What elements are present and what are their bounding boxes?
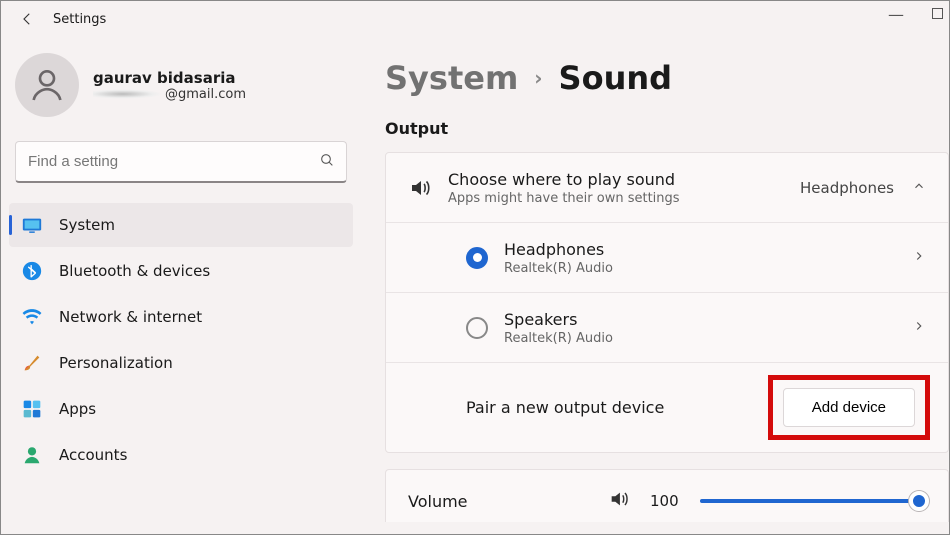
volume-value: 100 — [650, 492, 680, 510]
chevron-right-icon: › — [534, 66, 542, 90]
sidebar-item-label: Personalization — [59, 354, 173, 372]
add-device-highlight: Add device — [768, 375, 930, 440]
device-driver: Realtek(R) Audio — [504, 261, 912, 276]
speaker-icon — [408, 176, 448, 200]
volume-icon[interactable] — [608, 488, 630, 514]
breadcrumb-parent[interactable]: System — [385, 59, 518, 97]
sidebar-item-bluetooth[interactable]: Bluetooth & devices — [9, 249, 353, 293]
redacted-prefix — [93, 88, 167, 100]
choose-output-title: Choose where to play sound — [448, 170, 800, 189]
apps-icon — [21, 398, 43, 420]
sidebar-item-label: Accounts — [59, 446, 127, 464]
device-name: Headphones — [504, 240, 912, 259]
device-driver: Realtek(R) Audio — [504, 331, 912, 346]
sidebar-item-label: Apps — [59, 400, 96, 418]
chevron-up-icon — [912, 179, 926, 197]
maximize-icon[interactable] — [932, 8, 943, 19]
profile-block[interactable]: gaurav bidasaria @gmail.com — [9, 37, 353, 141]
chevron-right-icon — [912, 319, 926, 337]
search-input[interactable] — [15, 141, 347, 183]
back-button[interactable] — [9, 1, 45, 37]
sidebar-item-apps[interactable]: Apps — [9, 387, 353, 431]
sidebar-item-label: Bluetooth & devices — [59, 262, 210, 280]
slider-thumb[interactable] — [909, 491, 929, 511]
avatar — [15, 53, 79, 117]
titlebar: Settings — — [1, 1, 949, 37]
profile-email: @gmail.com — [93, 87, 246, 102]
output-device-speakers[interactable]: Speakers Realtek(R) Audio — [386, 293, 948, 363]
content-area: System › Sound Output Choose where to pl… — [361, 37, 949, 534]
sidebar-item-system[interactable]: System — [9, 203, 353, 247]
sidebar-item-label: Network & internet — [59, 308, 202, 326]
sidebar-item-label: System — [59, 216, 115, 234]
minimize-icon[interactable]: — — [888, 5, 904, 24]
output-device-headphones[interactable]: Headphones Realtek(R) Audio — [386, 223, 948, 293]
sidebar-item-accounts[interactable]: Accounts — [9, 433, 353, 477]
volume-label: Volume — [408, 492, 588, 511]
window-title: Settings — [53, 12, 106, 27]
current-output-device: Headphones — [800, 179, 894, 197]
volume-row: Volume 100 — [385, 469, 949, 522]
sidebar-item-network[interactable]: Network & internet — [9, 295, 353, 339]
output-card: Choose where to play sound Apps might ha… — [385, 152, 949, 453]
nav-list: System Bluetooth & devices Network & int… — [9, 203, 353, 477]
radio-unselected-icon[interactable] — [466, 317, 488, 339]
arrow-left-icon — [18, 10, 36, 28]
profile-email-suffix: @gmail.com — [165, 87, 246, 102]
choose-output-row[interactable]: Choose where to play sound Apps might ha… — [386, 153, 948, 223]
device-name: Speakers — [504, 310, 912, 329]
section-output-label: Output — [385, 119, 949, 138]
breadcrumb: System › Sound — [385, 59, 949, 97]
sidebar-item-personalization[interactable]: Personalization — [9, 341, 353, 385]
display-icon — [21, 214, 43, 236]
bluetooth-icon — [21, 260, 43, 282]
choose-output-sub: Apps might have their own settings — [448, 191, 800, 206]
search-row — [15, 141, 347, 183]
pair-output-row: Pair a new output device Add device — [386, 363, 948, 452]
breadcrumb-current: Sound — [559, 59, 673, 97]
wifi-icon — [21, 306, 43, 328]
add-device-button[interactable]: Add device — [783, 388, 915, 427]
window-controls: — — [888, 5, 943, 24]
chevron-right-icon — [912, 249, 926, 267]
account-icon — [21, 444, 43, 466]
sidebar: gaurav bidasaria @gmail.com System Blu — [1, 37, 361, 534]
person-icon — [27, 65, 67, 105]
volume-slider[interactable] — [700, 491, 926, 511]
brush-icon — [21, 352, 43, 374]
pair-output-label: Pair a new output device — [466, 398, 768, 417]
radio-selected-icon[interactable] — [466, 247, 488, 269]
profile-name: gaurav bidasaria — [93, 69, 246, 87]
